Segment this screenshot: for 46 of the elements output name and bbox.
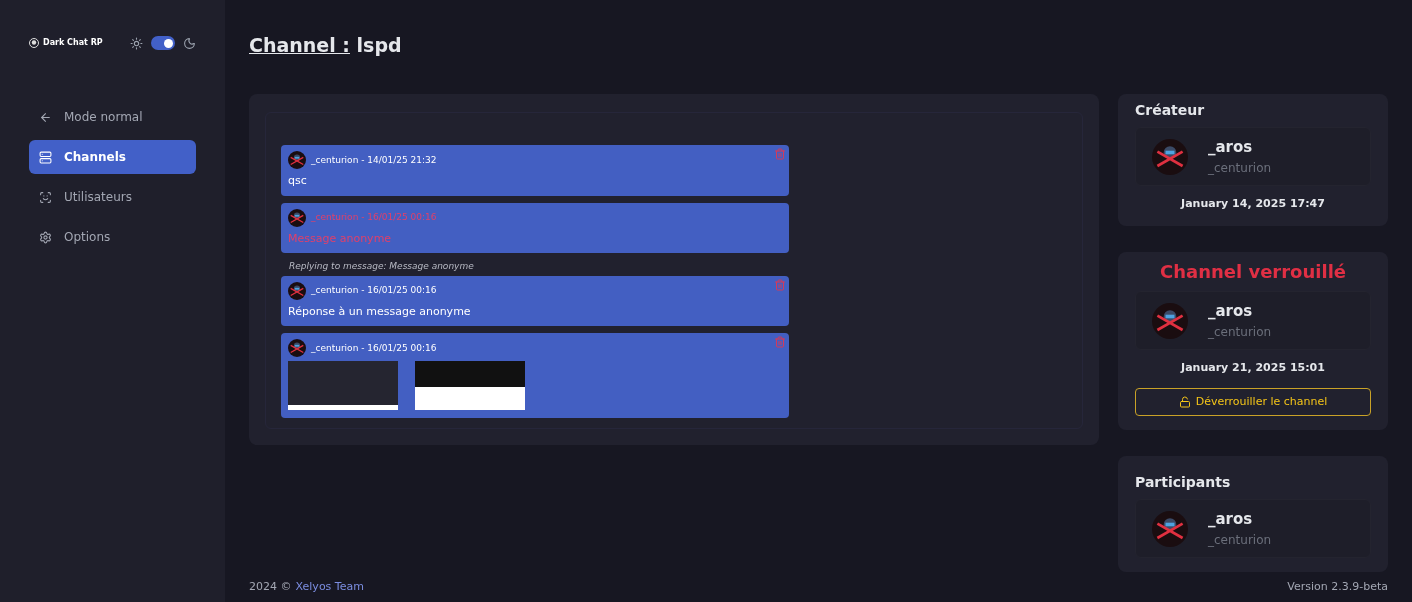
theme-toggle[interactable] xyxy=(151,36,175,50)
card-title: Participants xyxy=(1135,473,1232,493)
unlocked-padlock-icon xyxy=(1178,396,1191,409)
version-text: Version 2.3.9-beta xyxy=(1287,578,1388,595)
user-handle: _centurion xyxy=(1208,323,1272,341)
copyright-text: 2024 © xyxy=(249,578,292,595)
moon-icon xyxy=(183,36,196,50)
user-name: _aros xyxy=(1208,509,1254,531)
sidebar-item[interactable]: Mode normal xyxy=(29,100,196,134)
card-title: Créateur xyxy=(1135,101,1206,121)
message-text: qsc xyxy=(288,173,308,190)
user-name: _aros xyxy=(1208,301,1254,323)
user-handle: _centurion xyxy=(1208,531,1272,549)
avatar-icon xyxy=(1152,138,1188,175)
user-name: _aros xyxy=(1208,137,1254,159)
avatar-icon xyxy=(1152,510,1188,547)
gear-icon xyxy=(39,230,52,244)
unlock-button[interactable]: Déverrouiller le channel xyxy=(1135,388,1371,417)
app-logo-text: Dark Chat RP xyxy=(43,37,103,49)
avatar-icon xyxy=(1152,302,1188,339)
server-icon xyxy=(39,150,52,164)
team-link[interactable]: Xelyos Team xyxy=(295,578,364,596)
message-text: Réponse à un message anonyme xyxy=(288,303,472,320)
sidebar-item[interactable]: Options xyxy=(29,220,196,254)
message-text: Message anonyme xyxy=(288,230,393,247)
message-meta: _centurion - 16/01/25 00:16 xyxy=(311,211,437,225)
avatar-icon xyxy=(288,208,306,227)
sidebar-item[interactable]: Utilisateurs xyxy=(29,180,196,214)
message-meta: _centurion - 16/01/25 00:16 xyxy=(311,341,437,355)
screenshot-thumbnail[interactable] xyxy=(288,361,398,411)
avatar-icon xyxy=(288,281,306,300)
lock-date: January 21, 2025 15:01 xyxy=(1179,359,1326,376)
screenshot-thumbnail[interactable] xyxy=(415,361,525,411)
arrow-left-icon xyxy=(39,110,52,124)
avatar-icon xyxy=(288,151,306,170)
reply-note: Replying to message: Message anonyme xyxy=(288,260,475,274)
user-handle: _centurion xyxy=(1208,159,1272,177)
message-meta: _centurion - 14/01/25 21:32 xyxy=(311,153,437,167)
sidebar-item[interactable]: Channels xyxy=(29,140,196,174)
face-scan-icon xyxy=(39,190,52,204)
page-title: Channel : lspd xyxy=(249,32,402,58)
sun-icon xyxy=(130,36,143,50)
creation-date: January 14, 2025 17:47 xyxy=(1179,195,1326,212)
avatar-icon xyxy=(288,339,306,358)
lock-status: Channel verrouillé xyxy=(1158,260,1347,285)
message-meta: _centurion - 16/01/25 00:16 xyxy=(311,284,437,298)
